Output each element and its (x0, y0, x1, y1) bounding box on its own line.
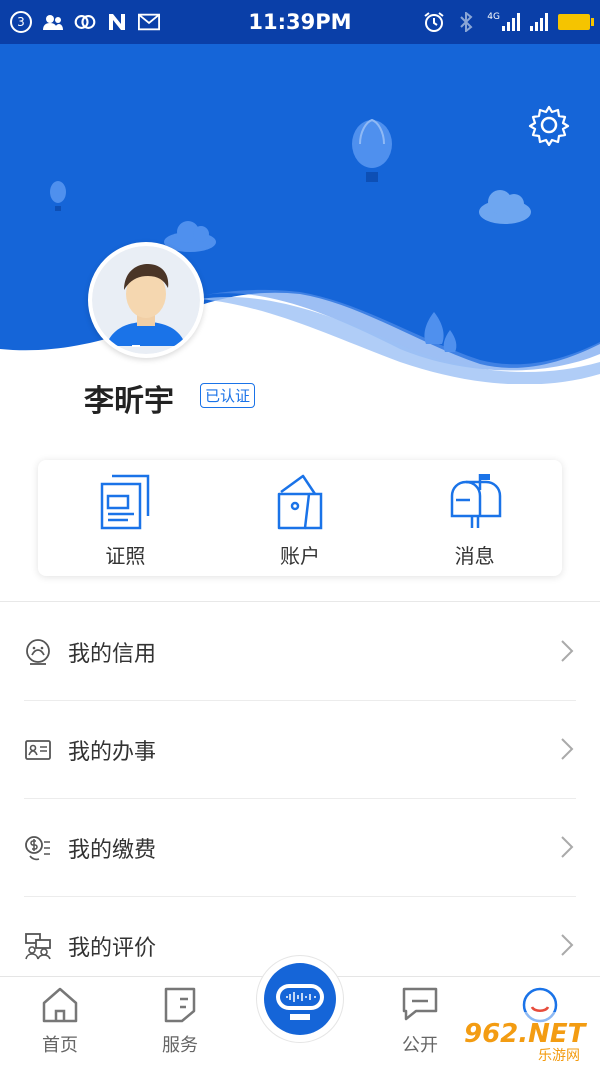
watermark-logo: 962.NET 乐游网 (458, 1012, 598, 1064)
signal-icon (530, 13, 548, 31)
profile-header (0, 44, 600, 384)
link-icon (74, 13, 96, 31)
notification-count: 3 (10, 11, 32, 33)
signal-icon: 4G (487, 13, 520, 31)
menu-item-label: 我的办事 (68, 740, 157, 765)
alarm-icon (423, 12, 445, 32)
id-card-icon (25, 740, 51, 760)
quick-action-label: 证照 (105, 544, 146, 568)
review-icon (25, 933, 51, 960)
menu-item-label: 我的评价 (68, 936, 157, 961)
nav-home[interactable]: 首页 (20, 985, 100, 1057)
quick-action-messages[interactable]: 消息 (387, 460, 562, 576)
quick-actions-card: 证照 账户 消息 (38, 460, 562, 576)
contacts-icon (42, 13, 64, 31)
chevron-right-icon (561, 640, 574, 662)
menu-item-credit[interactable]: 我的信用 (0, 603, 600, 701)
home-icon (42, 987, 78, 1023)
n-app-icon (106, 13, 128, 31)
quick-action-account[interactable]: 账户 (213, 460, 388, 576)
service-icon (164, 987, 196, 1023)
menu-item-affairs[interactable]: 我的办事 (0, 701, 600, 799)
credit-icon (26, 639, 50, 665)
nav-service[interactable]: 服务 (140, 985, 220, 1057)
divider (0, 601, 600, 602)
network-label: 4G (487, 12, 500, 22)
bluetooth-icon (455, 12, 477, 32)
settings-gear-icon[interactable] (528, 104, 570, 146)
menu-item-label: 我的缴费 (68, 838, 157, 863)
voice-assistant-button[interactable] (256, 955, 344, 1043)
verified-badge: 已认证 (200, 383, 256, 408)
nav-label: 服务 (162, 1035, 198, 1056)
avatar[interactable] (88, 242, 204, 358)
quick-action-certificates[interactable]: 证照 (38, 460, 213, 576)
menu-item-payment[interactable]: 我的缴费 (0, 799, 600, 897)
header-background (0, 44, 600, 384)
chat-icon (402, 987, 438, 1021)
payment-icon (25, 836, 50, 861)
profile-menu: 我的信用 我的办事 我的缴费 我的评价 (0, 603, 600, 995)
quick-action-label: 账户 (280, 544, 320, 568)
nav-public[interactable]: 公开 (380, 985, 460, 1057)
nav-label: 公开 (402, 1035, 438, 1056)
chevron-right-icon (561, 836, 574, 858)
nav-label: 首页 (42, 1035, 78, 1056)
mail-icon (138, 13, 160, 31)
menu-item-label: 我的信用 (68, 642, 157, 667)
mailbox-icon (450, 474, 501, 528)
username: 李昕宇 (84, 384, 174, 419)
robot-icon (264, 963, 336, 1035)
document-icon (101, 474, 150, 530)
status-bar: 3 11:39PM 4G (0, 0, 600, 44)
wallet-icon (277, 474, 323, 530)
svg-text:乐游网: 乐游网 (538, 1048, 580, 1064)
chevron-right-icon (561, 738, 574, 760)
quick-action-label: 消息 (454, 544, 495, 568)
battery-icon (558, 14, 594, 30)
svg-text:962.NET: 962.NET (464, 1019, 588, 1049)
chevron-right-icon (561, 934, 574, 956)
